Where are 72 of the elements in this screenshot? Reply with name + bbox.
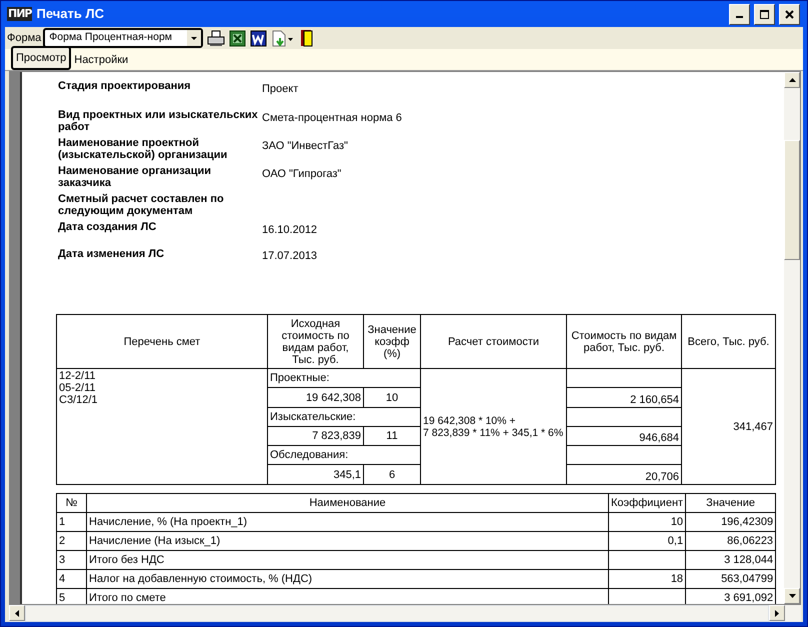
column-header: Стоимость по видам работ, Тыс. руб. (566, 314, 682, 369)
info-label: Стадия проектирования (58, 80, 192, 94)
minimize-button[interactable] (729, 4, 750, 24)
spreadsheet-icon[interactable] (229, 30, 246, 46)
left-arrow-icon (15, 610, 19, 616)
up-arrow-icon (788, 78, 796, 82)
estimate-code: 05-2/11 (59, 382, 96, 394)
base-cost-cell: 7 823,839 (268, 426, 364, 446)
down-arrow-icon (788, 594, 796, 598)
info-label: Дата изменения ЛС (58, 248, 166, 262)
coefficient-cell: 10 (608, 512, 686, 532)
column-header: Наименование (86, 493, 608, 512)
calculation-cell: 19 642,308 * 10% + 7 823,839 * 11% + 345,1 * 6% (420, 368, 566, 484)
info-value: Проект (262, 82, 298, 95)
info-value: 16.10.2012 (262, 222, 318, 236)
value-cell: 86,06223 (686, 531, 776, 550)
info-value: Смета-процентная норма 6 (262, 110, 402, 126)
form-select[interactable]: Форма Процентная-норм (43, 28, 204, 48)
group-name-cell: Проектные: (268, 368, 420, 388)
export-document-icon[interactable] (271, 30, 294, 46)
row-number-cell: 3 (56, 550, 86, 570)
scroll-thumb[interactable] (784, 140, 800, 260)
maximize-icon (760, 10, 770, 18)
value-cell: 563,04799 (686, 569, 776, 588)
info-label: Вид проектных или изыскательских работ (58, 108, 259, 133)
document-w-icon[interactable] (250, 30, 268, 46)
column-header: Расчет стоимости (420, 314, 566, 369)
row-number-cell: 4 (56, 569, 86, 588)
column-header: Исходная стоимость по видам работ, Тыс. руб. (268, 314, 364, 369)
value-cell: 196,42309 (686, 512, 776, 532)
coefficient-cell: 0,1 (608, 531, 686, 550)
row-number-cell: 1 (56, 512, 86, 532)
value-cell: 3 128,044 (686, 550, 776, 570)
estimate-code: С3/12/1 (59, 394, 99, 406)
scroll-right-button[interactable] (769, 605, 785, 621)
column-header: Значение (686, 493, 776, 512)
name-cell: Налог на добавленную стоимость, % (НДС) (86, 569, 608, 588)
close-icon (785, 10, 794, 18)
info-label: Наименование проектной (изыскательской) организации (58, 136, 228, 161)
window-title: Печать ЛС (36, 5, 105, 24)
name-cell: Итого без НДС (86, 550, 608, 570)
info-value: ЗАО "ИнвестГаз" (262, 138, 348, 154)
scroll-down-button[interactable] (784, 588, 800, 604)
scroll-left-button[interactable] (9, 605, 25, 621)
info-label: Дата создания ЛС (58, 220, 158, 235)
info-label: Наименование организации заказчика (58, 164, 212, 189)
name-cell: Начисление, % (На проектн_1) (86, 512, 608, 532)
base-cost-cell: 19 642,308 (268, 388, 364, 408)
base-cost-cell: 345,1 (268, 464, 364, 484)
form-label: Форма (7, 30, 42, 46)
column-header: Коэффициент (608, 493, 686, 512)
tab[interactable]: Настройки (71, 50, 132, 70)
printer-icon[interactable] (207, 30, 226, 46)
maximize-button[interactable] (754, 4, 776, 24)
row-number-cell: 2 (56, 531, 86, 550)
column-header: Всего, Тыс. руб. (682, 314, 776, 369)
close-button[interactable] (779, 4, 800, 24)
info-value: ОАО "Гипрогаз" (262, 166, 342, 182)
column-header: № (56, 493, 86, 512)
exit-door-icon[interactable] (298, 29, 314, 47)
coefficient-cell: 18 (608, 569, 686, 588)
column-header: Значение коэфф (%) (364, 314, 420, 369)
right-arrow-icon (775, 610, 779, 616)
tab[interactable]: Просмотр (11, 46, 72, 70)
scroll-up-button[interactable] (784, 72, 800, 88)
name-cell: Начисление (На изыск_1) (86, 531, 608, 550)
column-header: Перечень смет (56, 314, 268, 369)
info-label: Сметный расчет составлен по следующим документам (58, 192, 225, 217)
info-value: 17.07.2013 (262, 249, 318, 262)
total-cell: 341,467 (682, 368, 776, 484)
estimate-code: 12-2/11 (59, 370, 96, 382)
app-logo: ПИР (7, 7, 32, 21)
